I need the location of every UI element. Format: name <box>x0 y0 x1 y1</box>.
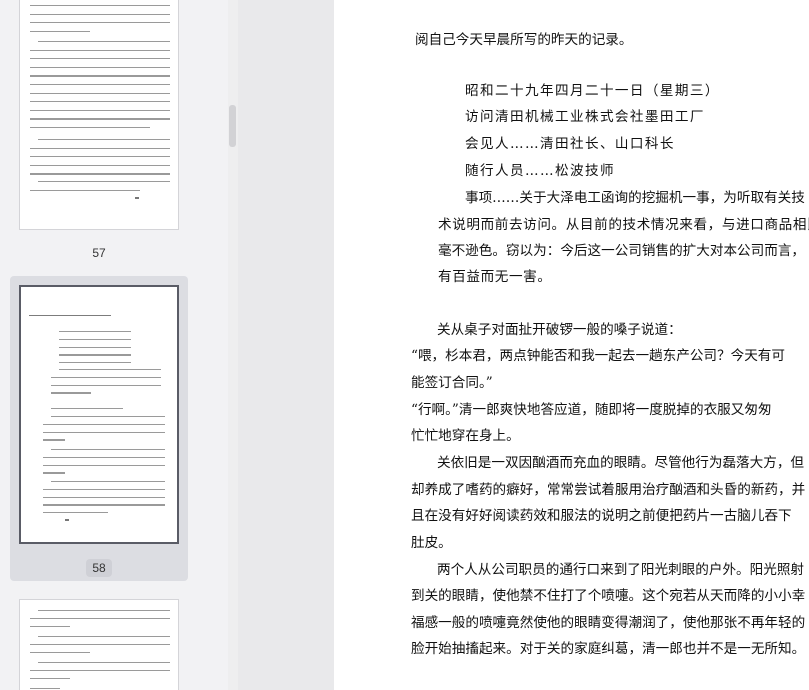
thumbnail-text-line <box>30 58 170 60</box>
thumbnail-text-line <box>30 84 170 86</box>
text-line: 福感一般的喷嚏竟然使他的眼睛变得潮润了，使他那张不再年轻的 <box>411 615 806 631</box>
thumbnail-text-line <box>43 439 65 441</box>
thumbnail-text-line <box>30 164 170 167</box>
thumbnail-page-number: 58 <box>10 559 188 577</box>
thumbnail-text-line <box>30 75 170 77</box>
thumbnail-scrollbar[interactable] <box>228 0 238 690</box>
thumbnail-text-line <box>30 173 170 175</box>
thumbnail-page-image <box>19 599 179 690</box>
thumbnail-text-line <box>59 338 131 341</box>
thumbnail-page-image <box>19 285 179 544</box>
text-line: 术说明而前去访问。从目前的技术情况来看，与进口商品相比 <box>438 217 809 233</box>
thumbnail-text-line <box>59 362 131 364</box>
text-line: 随行人员……松波技师 <box>465 163 615 179</box>
thumbnail-text-line <box>51 449 165 451</box>
thumbnail-page-number: 57 <box>92 246 106 260</box>
text-line: 有百益而无一害。 <box>438 269 552 285</box>
text-line: 能签订合同。” <box>411 375 493 391</box>
thumbnail-text-line <box>30 618 170 620</box>
text-line: 到关的眼睛，使他禁不住打了个喷嚏。这个宛若从天而降的小小幸 <box>411 588 806 604</box>
text-line: 肚皮。 <box>411 535 452 551</box>
thumbnail-text-line <box>38 610 170 612</box>
thumbnail-text-line <box>30 92 170 94</box>
text-line: 会见人……清田社长、山口科长 <box>465 136 675 152</box>
thumbnail-text-line <box>51 376 161 379</box>
thumbnail-page-footer-number <box>135 197 139 199</box>
thumbnail-text-line <box>38 139 170 141</box>
thumbnail-text-line <box>59 354 131 356</box>
thumbnail-text-line <box>43 512 108 514</box>
thumbnail-text-line <box>43 464 165 466</box>
document-page: 阅自己今天早晨所写的昨天的记录。 昭和二十九年四月二十一日（星期三） 访问清田机… <box>334 0 809 690</box>
thumbnail-text-line <box>30 22 170 24</box>
thumbnail-text-line <box>30 30 90 33</box>
text-line: 毫不逊色。窃以为：今后这一公司销售的扩大对本公司而言， <box>438 243 806 259</box>
text-line: 阅自己今天早晨所写的昨天的记录。 <box>415 32 633 48</box>
thumbnail-text-line <box>30 13 170 15</box>
text-line: 关从桌子对面扯开破锣一般的嗓子说道： <box>437 322 682 338</box>
thumbnail-text-line <box>30 670 170 672</box>
thumbnail-page-58[interactable]: 58 <box>10 276 188 581</box>
thumbnail-text-line <box>38 181 170 183</box>
thumbnail-page-image <box>19 0 179 230</box>
thumbnail-text-line <box>38 636 170 638</box>
thumbnail-text-line <box>59 331 131 333</box>
thumbnail-text-line <box>30 109 170 112</box>
text-line: 忙忙地穿在身上。 <box>411 428 520 444</box>
thumbnail-text-line <box>38 41 170 43</box>
thumbnail-text-line <box>30 118 170 120</box>
thumbnail-text-line <box>29 315 111 317</box>
thumbnail-text-line <box>30 147 170 149</box>
thumbnail-text-line <box>43 472 65 474</box>
thumbnail-text-line <box>30 156 170 158</box>
thumbnail-page-footer-number <box>65 519 69 521</box>
text-line: 且在没有好好阅读药效和服法的说明之前便把药片一古脑儿吞下 <box>411 508 792 524</box>
text-line: 昭和二十九年四月二十一日（星期三） <box>465 83 720 99</box>
thumbnail-text-line <box>38 662 170 664</box>
thumbnail-text-line <box>30 189 140 191</box>
text-line: 事项……关于大泽电工函询的挖掘机一事，为听取有关技 <box>465 190 805 206</box>
thumbnail-text-line <box>43 488 165 491</box>
thumbnail-text-line <box>51 408 123 410</box>
thumbnail-text-line <box>30 49 170 51</box>
thumbnail-page-57[interactable]: 57 <box>10 0 188 265</box>
thumbnail-text-line <box>43 496 165 498</box>
thumbnail-text-line <box>30 101 170 103</box>
thumbnail-scrollbar-thumb[interactable] <box>229 105 236 147</box>
thumbnail-text-line <box>30 626 70 628</box>
text-line: “行啊。”清一郎爽快地答应道，随即将一度脱掉的衣服又匆匆 <box>411 402 772 418</box>
thumbnail-text-line <box>43 504 165 506</box>
text-line: 脸开始抽搐起来。对于关的家庭纠葛，清一郎也并不是一无所知。 <box>411 641 806 657</box>
thumbnail-text-line <box>43 423 165 426</box>
thumbnail-text-line <box>59 369 161 371</box>
thumbnail-panel: 57 58 <box>0 0 238 690</box>
text-line: 访问清田机械工业株式会社墨田工厂 <box>465 109 705 125</box>
thumbnail-text-line <box>43 431 165 433</box>
thumbnail-text-line <box>30 127 150 129</box>
thumbnail-text-line <box>30 678 70 680</box>
thumbnail-page-59[interactable] <box>10 590 188 690</box>
panel-divider <box>238 0 334 690</box>
thumbnail-text-line <box>51 416 165 418</box>
text-line: “喂，杉本君，两点钟能否和我一起去一趟东产公司？今天有可 <box>411 348 785 364</box>
thumbnail-text-line <box>59 346 131 348</box>
text-line: 关依旧是一双因酗酒而充血的眼睛。尽管他行为磊落大方，但 <box>437 455 805 471</box>
thumbnail-text-line <box>51 392 91 394</box>
thumbnail-text-line <box>30 644 170 646</box>
text-line: 却养成了嗜药的癖好，常常尝试着服用治疗酗酒和头昏的新药，并 <box>411 482 806 498</box>
thumbnail-text-line <box>30 5 170 7</box>
text-line: 两个人从公司职员的通行口来到了阳光刺眼的户外。阳光照射 <box>437 562 805 578</box>
thumbnail-text-line <box>30 688 60 690</box>
thumbnail-text-line <box>51 481 165 483</box>
thumbnail-text-line <box>30 652 90 654</box>
thumbnail-text-line <box>30 66 170 69</box>
thumbnail-text-line <box>51 384 161 386</box>
thumbnail-text-line <box>43 456 165 459</box>
